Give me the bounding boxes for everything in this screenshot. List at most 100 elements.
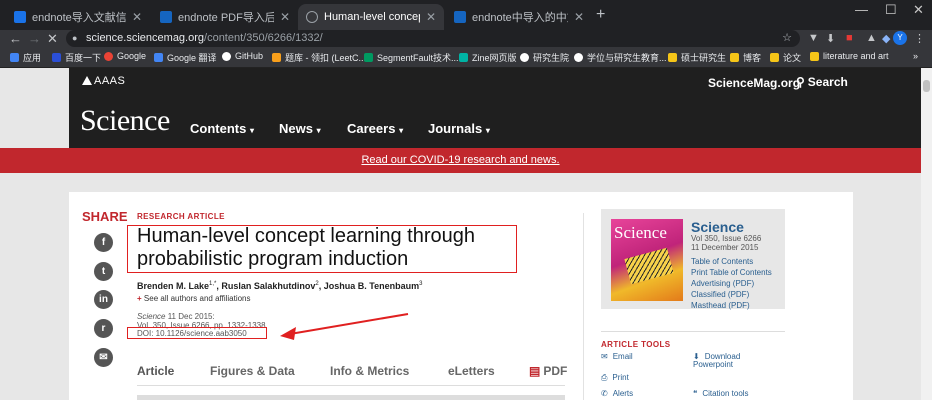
- science-logo[interactable]: Science: [80, 104, 170, 138]
- journal-name: Science: [137, 312, 166, 321]
- link-table-of-contents[interactable]: Table of Contents: [691, 256, 772, 267]
- tab-info-metrics[interactable]: Info & Metrics: [330, 364, 409, 378]
- tool-email[interactable]: ✉ Email: [601, 353, 633, 361]
- browser-tab-strip: endnote导入文献信息缺失怎么办 ✕ endnote PDF导入后信息不全 …: [0, 0, 932, 30]
- link-print-toc[interactable]: Print Table of Contents: [691, 267, 772, 278]
- issue-cover-image[interactable]: Science: [611, 219, 683, 301]
- nav-news[interactable]: News ▾: [279, 121, 321, 136]
- tool-download-powerpoint[interactable]: ⬇ Download Powerpoint: [693, 353, 763, 369]
- bookmark-folder-literature[interactable]: literature and art: [810, 51, 889, 61]
- author-affiliation: 2: [315, 281, 319, 287]
- bookmark-folder-papers[interactable]: 论文: [770, 51, 801, 64]
- bookmark-label: 应用: [23, 53, 42, 63]
- tab-figures-data[interactable]: Figures & Data: [210, 364, 295, 378]
- extension-download-icon[interactable]: ⬇: [826, 32, 835, 45]
- tool-print[interactable]: ⎙ Print: [601, 374, 629, 382]
- forward-button[interactable]: →: [28, 31, 41, 46]
- bookmark-star-icon[interactable]: ☆: [782, 30, 792, 47]
- bookmark-label: literature and art: [823, 51, 889, 61]
- bookmark-google-translate[interactable]: Google 翻译: [154, 51, 217, 64]
- bookmark-segmentfault[interactable]: SegmentFault技术...: [364, 51, 459, 64]
- bookmark-zine[interactable]: Zine网页版: [459, 51, 517, 64]
- maximize-button[interactable]: ☐: [885, 2, 897, 18]
- nav-contents[interactable]: Contents ▾: [190, 121, 254, 136]
- tool-label: Alerts: [612, 389, 634, 398]
- nav-journals[interactable]: Journals ▾: [428, 121, 490, 136]
- page-viewport: AAAS ScienceMag.org ⚲ Search Science Cont…: [0, 68, 921, 400]
- email-icon: ✉: [601, 352, 608, 361]
- bookmark-google[interactable]: Google: [104, 51, 146, 61]
- bookmarks-overflow-button[interactable]: »: [913, 51, 918, 61]
- tool-alerts[interactable]: ✆ Alerts: [601, 390, 633, 398]
- reddit-icon[interactable]: r: [94, 319, 113, 338]
- search-button[interactable]: ⚲ Search: [796, 75, 848, 89]
- facebook-icon[interactable]: f: [94, 233, 113, 252]
- tab-close-icon[interactable]: ✕: [574, 10, 584, 24]
- bookmark-folder-masters[interactable]: 硕士研究生: [668, 51, 726, 64]
- browser-menu-icon[interactable]: ⋮: [914, 32, 925, 45]
- tool-label: Download Powerpoint: [693, 352, 741, 369]
- baidu-icon: [52, 53, 61, 62]
- nav-careers[interactable]: Careers ▾: [347, 121, 403, 136]
- linkedin-icon[interactable]: in: [94, 290, 113, 309]
- aaas-label: AAAS: [94, 75, 126, 87]
- email-icon[interactable]: ✉: [94, 348, 113, 367]
- extension-drive-icon[interactable]: ▲: [866, 32, 877, 44]
- chevron-down-icon: ▾: [399, 126, 404, 135]
- tab-favicon-icon: [454, 11, 466, 23]
- bookmark-github[interactable]: GitHub: [222, 51, 263, 61]
- bookmark-label: GitHub: [235, 51, 264, 61]
- link-masthead-pdf[interactable]: Masthead (PDF): [691, 300, 772, 311]
- author-name[interactable]: Brenden M. Lake: [137, 281, 209, 291]
- profile-avatar[interactable]: Y: [893, 31, 907, 45]
- bookmark-graduate-school[interactable]: 研究生院: [520, 51, 569, 64]
- bookmark-apps[interactable]: 应用: [10, 51, 41, 64]
- sciencemag-link[interactable]: ScienceMag.org: [708, 76, 800, 90]
- extension-translate-icon[interactable]: ◆: [882, 32, 890, 45]
- translate-icon: [154, 53, 163, 62]
- bookmark-leetcode[interactable]: 题库 - 领扣 (LeetC...: [272, 51, 366, 64]
- tab-close-icon[interactable]: ✕: [426, 10, 436, 24]
- tab-close-icon[interactable]: ✕: [280, 10, 290, 24]
- browser-tab[interactable]: endnote中导入的中文文献信息 ✕: [446, 4, 592, 30]
- issue-date: 11 December 2015: [691, 242, 759, 252]
- tab-article[interactable]: Article: [137, 364, 174, 378]
- page-scrollbar[interactable]: [921, 68, 932, 400]
- browser-tab[interactable]: endnote PDF导入后信息不全 ✕: [152, 4, 298, 30]
- back-button[interactable]: ←: [9, 31, 22, 46]
- stop-reload-button[interactable]: ✕: [47, 31, 58, 47]
- link-advertising-pdf[interactable]: Advertising (PDF): [691, 278, 772, 289]
- author-name[interactable]: Ruslan Salakhutdinov: [221, 281, 315, 291]
- browser-tab[interactable]: endnote导入文献信息缺失怎么办 ✕: [6, 4, 150, 30]
- browser-tab-active[interactable]: Human-level concept learning ✕: [298, 4, 444, 30]
- twitter-icon[interactable]: t: [94, 262, 113, 281]
- new-tab-button[interactable]: +: [596, 6, 605, 24]
- cover-graphic: [624, 247, 674, 285]
- chevron-down-icon: ▾: [249, 126, 254, 135]
- link-classified-pdf[interactable]: Classified (PDF): [691, 289, 772, 300]
- extension-vpn-icon[interactable]: ▼: [808, 32, 819, 44]
- extension-pdf-icon[interactable]: ■: [846, 32, 853, 44]
- bookmark-folder-blog[interactable]: 博客: [730, 51, 761, 64]
- tool-citation[interactable]: ❝ Citation tools: [693, 390, 749, 398]
- bookmark-degree-education[interactable]: 学位与研究生教育...: [574, 51, 667, 64]
- tab-eletters[interactable]: eLetters: [448, 364, 495, 378]
- google-icon: [104, 51, 113, 61]
- scrollbar-thumb[interactable]: [923, 80, 930, 92]
- tab-title: endnote导入文献信息缺失怎么办: [32, 12, 126, 24]
- tab-pdf[interactable]: ▤ PDF: [529, 364, 567, 378]
- author-name[interactable]: Joshua B. Tenenbaum: [324, 281, 419, 291]
- tab-close-icon[interactable]: ✕: [132, 10, 142, 24]
- all-authors-link[interactable]: + See all authors and affiliations: [137, 294, 251, 303]
- url-bar[interactable]: ● science.sciencemag.org/content/350/626…: [66, 30, 800, 47]
- journal-title[interactable]: Science: [691, 219, 744, 235]
- minimize-button[interactable]: —: [855, 2, 868, 17]
- nav-label: Careers: [347, 121, 396, 136]
- bookmark-label: 学位与研究生教育...: [587, 53, 667, 63]
- aaas-logo[interactable]: AAAS: [82, 75, 125, 87]
- close-window-button[interactable]: ✕: [913, 2, 924, 18]
- segmentfault-icon: [364, 53, 373, 62]
- pub-date: 11 Dec 2015:: [167, 312, 215, 321]
- covid-link[interactable]: Read our COVID-19 research and news.: [0, 154, 921, 166]
- bookmark-baidu[interactable]: 百度一下: [52, 51, 101, 64]
